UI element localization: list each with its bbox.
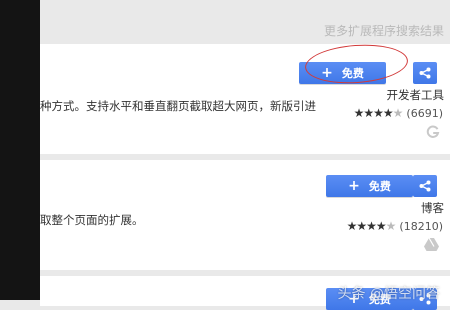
extension-result-card: 取整个页面的扩展。 + 免费 博客 ★★★★★ (18210) xyxy=(40,160,450,270)
star-rating-icon: ★★★★★ xyxy=(346,219,397,233)
share-button[interactable] xyxy=(413,175,437,197)
rating: ★★★★★ (18210) xyxy=(347,219,443,233)
google-drive-icon xyxy=(424,236,439,255)
share-icon xyxy=(419,180,431,192)
plus-icon: + xyxy=(348,178,360,194)
rating: ★★★★★ (6691) xyxy=(354,106,443,120)
category-label[interactable]: 博客 xyxy=(421,200,444,216)
share-icon xyxy=(419,67,431,79)
share-button[interactable] xyxy=(413,62,437,84)
extension-description: 取整个页面的扩展。 xyxy=(40,213,144,227)
category-label[interactable]: 开发者工具 xyxy=(387,87,445,103)
star-rating-icon: ★★★★★ xyxy=(353,106,404,120)
rating-count: (6691) xyxy=(406,107,443,120)
add-free-button[interactable]: + 免费 xyxy=(326,175,413,197)
more-extensions-results-link[interactable]: 更多扩展程序搜索结果 xyxy=(324,22,444,39)
google-g-icon xyxy=(426,124,440,143)
left-dark-panel xyxy=(0,0,40,300)
rating-count: (18210) xyxy=(399,220,443,233)
free-label: 免费 xyxy=(368,180,391,193)
extension-description: 种方式。支持水平和垂直翻页截取超大网页，新版引进 xyxy=(40,99,316,113)
watermark: 头条 @悟空问答 xyxy=(337,286,440,302)
